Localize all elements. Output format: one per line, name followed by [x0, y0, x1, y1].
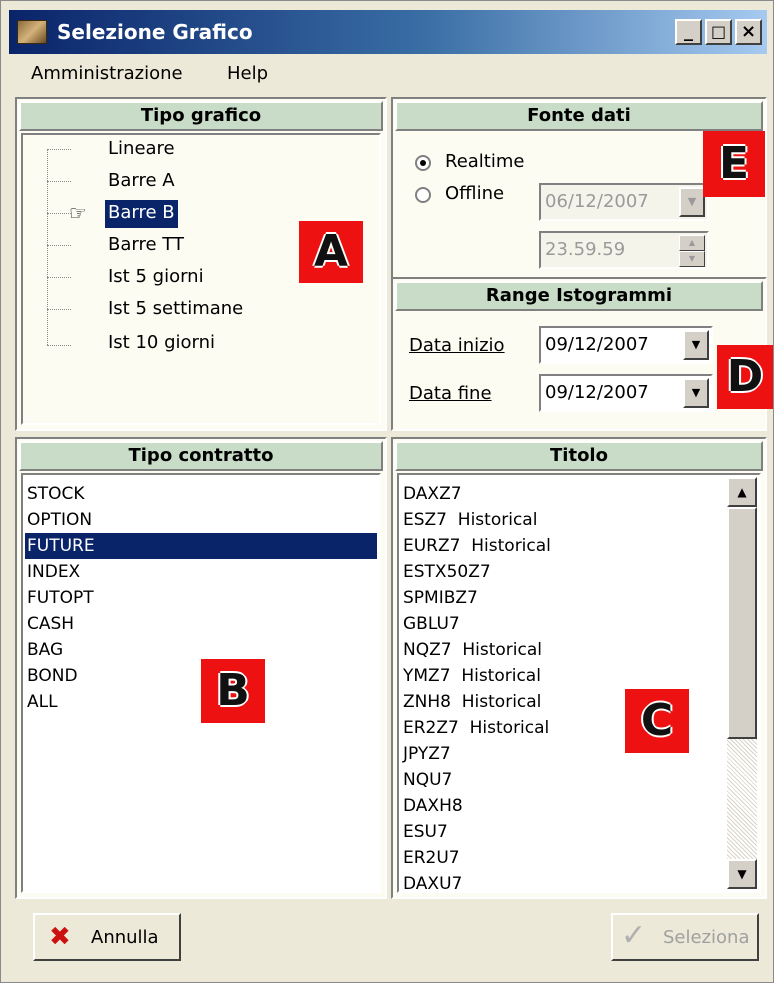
offline-date-value: 06/12/2007	[545, 191, 649, 212]
list-item[interactable]: INDEX	[25, 559, 377, 585]
maximize-button[interactable]: □	[705, 19, 732, 45]
offline-date-field[interactable]: 06/12/2007 ▼	[539, 183, 709, 221]
list-item[interactable]: DAXZ7	[401, 481, 723, 507]
tipo-grafico-header: Tipo grafico	[19, 101, 383, 131]
realtime-label: Realtime	[445, 151, 525, 172]
range-istogrammi-panel: Range Istogrammi Data inizio 09/12/2007 …	[391, 277, 767, 431]
list-item[interactable]: NQZ7 Historical	[401, 637, 723, 663]
checkmark-icon: ✓	[621, 918, 647, 953]
list-item[interactable]: GBLU7	[401, 611, 723, 637]
tipo-contratto-header: Tipo contratto	[19, 441, 383, 471]
scroll-up-icon[interactable]: ▲	[727, 477, 757, 507]
tree-connector	[47, 345, 71, 346]
titolo-panel: Titolo DAXZ7 ESZ7 Historical EURZ7 Histo…	[391, 437, 767, 899]
list-item[interactable]: NQU7	[401, 767, 723, 793]
titolo-scrollbar[interactable]: ▲ ▼	[727, 477, 757, 889]
annotation-e: E	[703, 131, 765, 197]
tree-item-ist-5-giorni[interactable]: Ist 5 giorni	[105, 264, 207, 292]
window-title: Selezione Grafico	[57, 20, 253, 44]
realtime-radio[interactable]	[415, 155, 431, 171]
tree-item-ist-5-settimane[interactable]: Ist 5 settimane	[105, 296, 246, 324]
list-item[interactable]: STOCK	[25, 481, 377, 507]
annotation-a: A	[299, 221, 363, 283]
menu-bar: Amministrazione Help	[9, 57, 767, 91]
tree-connector	[47, 277, 71, 278]
list-item[interactable]: YMZ7 Historical	[401, 663, 723, 689]
fonte-dati-header: Fonte dati	[395, 101, 763, 131]
menu-amministrazione-label: Amministrazione	[31, 63, 183, 84]
data-fine-value: 09/12/2007	[545, 382, 649, 403]
menu-help-label: Help	[227, 63, 269, 84]
scroll-down-icon[interactable]: ▼	[727, 859, 757, 889]
titolo-header: Titolo	[395, 441, 763, 471]
data-fine-field[interactable]: 09/12/2007 ▼	[539, 374, 713, 412]
data-inizio-field[interactable]: 09/12/2007 ▼	[539, 326, 713, 364]
scrollbar-thumb[interactable]	[727, 507, 757, 739]
offline-time-field[interactable]: 23.59.59 ▲ ▼	[539, 231, 709, 269]
list-item[interactable]: ESZ7 Historical	[401, 507, 723, 533]
window: Selezione Grafico _ □ × Amministrazione …	[0, 0, 774, 983]
minimize-button[interactable]: _	[675, 19, 702, 45]
list-item[interactable]: ESTX50Z7	[401, 559, 723, 585]
chevron-down-icon[interactable]: ▼	[683, 330, 709, 360]
offline-label: Offline	[445, 183, 505, 204]
title-bar[interactable]: Selezione Grafico _ □ ×	[9, 10, 767, 54]
close-button[interactable]: ×	[735, 19, 762, 45]
cancel-x-icon: ✖	[49, 922, 71, 952]
chevron-down-icon[interactable]: ▼	[679, 187, 705, 217]
pointing-hand-icon: ☞	[69, 201, 87, 225]
tree-connector	[47, 149, 71, 150]
seleziona-button[interactable]: ✓ Seleziona	[611, 913, 759, 961]
offline-radio[interactable]	[415, 187, 431, 203]
list-item[interactable]: EURZ7 Historical	[401, 533, 723, 559]
list-item[interactable]: DAXH8	[401, 793, 723, 819]
tree-connector	[47, 181, 71, 182]
tree-connector	[47, 245, 71, 246]
list-item[interactable]: FUTOPT	[25, 585, 377, 611]
seleziona-label: Seleziona	[663, 927, 750, 948]
tree-item-barre-a[interactable]: Barre A	[105, 168, 178, 196]
spin-up-icon[interactable]: ▲	[679, 235, 705, 251]
list-item[interactable]: FUTURE	[25, 533, 377, 559]
tree-item-barre-tt[interactable]: Barre TT	[105, 232, 187, 260]
tree-item-barre-b[interactable]: Barre B	[105, 200, 178, 228]
tree-connector	[47, 213, 71, 214]
annulla-label: Annulla	[91, 927, 159, 948]
spin-down-icon[interactable]: ▼	[679, 251, 705, 267]
list-item[interactable]: ER2U7	[401, 845, 723, 871]
list-item[interactable]: OPTION	[25, 507, 377, 533]
list-item[interactable]: ESU7	[401, 819, 723, 845]
annotation-c: C	[625, 689, 689, 753]
list-item[interactable]: DAXU7	[401, 871, 723, 897]
titolo-list[interactable]: DAXZ7 ESZ7 Historical EURZ7 Historical E…	[397, 473, 761, 894]
annulla-button[interactable]: ✖ Annulla	[33, 913, 181, 961]
range-istogrammi-header: Range Istogrammi	[395, 281, 763, 311]
menu-help[interactable]: Help	[227, 63, 268, 84]
tree-item-ist-10-giorni[interactable]: Ist 10 giorni	[105, 330, 218, 358]
list-item[interactable]: SPMIBZ7	[401, 585, 723, 611]
app-icon	[17, 20, 47, 44]
data-inizio-value: 09/12/2007	[545, 334, 649, 355]
annotation-d: D	[717, 345, 773, 409]
data-inizio-label: Data inizio	[409, 335, 505, 356]
chevron-down-icon[interactable]: ▼	[683, 378, 709, 408]
tree-connector	[47, 149, 48, 345]
data-fine-label: Data fine	[409, 383, 492, 404]
offline-time-value: 23.59.59	[545, 239, 626, 260]
menu-amministrazione[interactable]: Amministrazione	[31, 63, 183, 84]
tree-item-lineare[interactable]: Lineare	[105, 136, 178, 164]
annotation-b: B	[201, 659, 265, 723]
list-item[interactable]: CASH	[25, 611, 377, 637]
tree-connector	[47, 309, 71, 310]
